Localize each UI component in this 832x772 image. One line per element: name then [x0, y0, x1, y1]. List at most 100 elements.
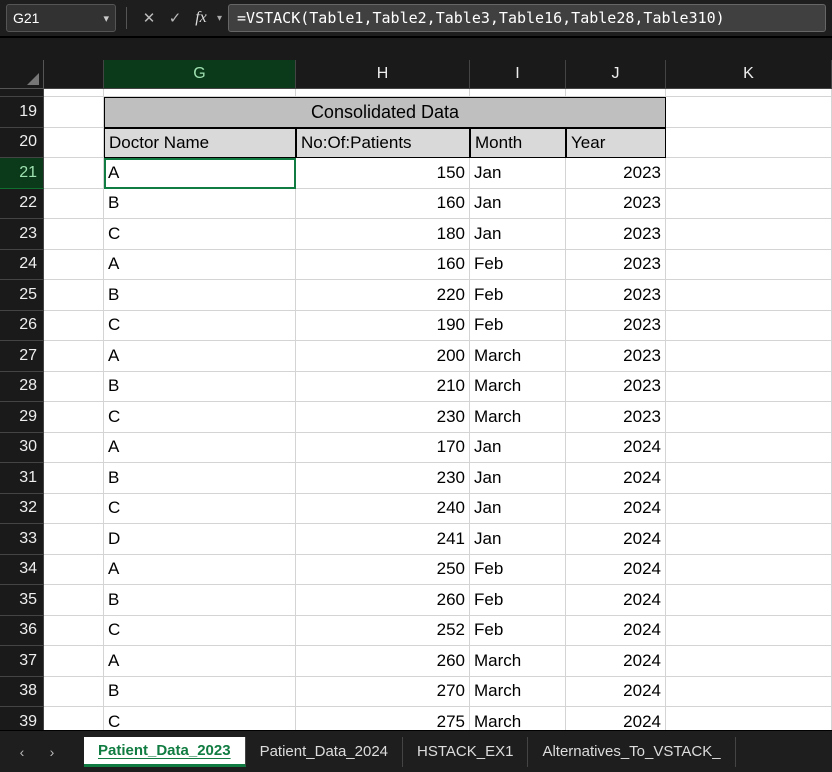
- cell-year[interactable]: 2024: [566, 646, 666, 677]
- cell-doctor-name[interactable]: A: [104, 250, 296, 281]
- cell-doctor-name[interactable]: C: [104, 707, 296, 730]
- cell[interactable]: [44, 524, 104, 555]
- cell[interactable]: [44, 219, 104, 250]
- cell-patients[interactable]: 252: [296, 616, 470, 647]
- cell-patients[interactable]: 260: [296, 646, 470, 677]
- cell[interactable]: [666, 494, 832, 525]
- cell[interactable]: [666, 433, 832, 464]
- cell-patients[interactable]: 250: [296, 555, 470, 586]
- row-header-28[interactable]: 28: [0, 372, 44, 403]
- cell-month[interactable]: Jan: [470, 189, 566, 220]
- cell[interactable]: [44, 494, 104, 525]
- cell-patients[interactable]: 160: [296, 189, 470, 220]
- row-header-20[interactable]: 20: [0, 128, 44, 159]
- cell[interactable]: [44, 677, 104, 708]
- cell[interactable]: [666, 677, 832, 708]
- cell[interactable]: [666, 646, 832, 677]
- cell[interactable]: [666, 89, 832, 97]
- cell[interactable]: [666, 524, 832, 555]
- cancel-formula-icon[interactable]: ✕: [137, 5, 161, 31]
- cell[interactable]: [666, 219, 832, 250]
- cell[interactable]: [666, 128, 832, 159]
- cell-patients[interactable]: 210: [296, 372, 470, 403]
- cell[interactable]: [666, 189, 832, 220]
- cell[interactable]: [44, 402, 104, 433]
- cell-year[interactable]: 2023: [566, 219, 666, 250]
- cell-doctor-name[interactable]: B: [104, 280, 296, 311]
- cell[interactable]: [666, 555, 832, 586]
- cell[interactable]: [44, 250, 104, 281]
- row-header-27[interactable]: 27: [0, 341, 44, 372]
- row-header-32[interactable]: 32: [0, 494, 44, 525]
- cell-doctor-name[interactable]: B: [104, 463, 296, 494]
- cell-doctor-name[interactable]: A: [104, 555, 296, 586]
- cell-year[interactable]: 2023: [566, 250, 666, 281]
- cell-patients[interactable]: 275: [296, 707, 470, 730]
- header-no-of-patients[interactable]: No:Of:Patients: [296, 128, 470, 159]
- cell-doctor-name[interactable]: B: [104, 677, 296, 708]
- header-doctor-name[interactable]: Doctor Name: [104, 128, 296, 159]
- cell-year[interactable]: 2024: [566, 433, 666, 464]
- accept-formula-icon[interactable]: ✓: [163, 5, 187, 31]
- sheet-tab[interactable]: Patient_Data_2023: [84, 737, 246, 767]
- cell-month[interactable]: March: [470, 341, 566, 372]
- cell-month[interactable]: Feb: [470, 555, 566, 586]
- cell[interactable]: [44, 433, 104, 464]
- cell-doctor-name[interactable]: C: [104, 616, 296, 647]
- cell[interactable]: [666, 585, 832, 616]
- cell[interactable]: [44, 128, 104, 159]
- cell[interactable]: [44, 616, 104, 647]
- row-header-33[interactable]: 33: [0, 524, 44, 555]
- cell-year[interactable]: 2024: [566, 616, 666, 647]
- cell[interactable]: [666, 158, 832, 189]
- cell-year[interactable]: 2023: [566, 372, 666, 403]
- row-header-29[interactable]: 29: [0, 402, 44, 433]
- chevron-down-icon[interactable]: ▾: [103, 12, 109, 25]
- row-header-24[interactable]: 24: [0, 250, 44, 281]
- prev-sheet-icon[interactable]: ‹: [8, 738, 36, 766]
- cell[interactable]: [666, 372, 832, 403]
- cell-month[interactable]: March: [470, 646, 566, 677]
- cell[interactable]: [44, 585, 104, 616]
- cell-year[interactable]: 2023: [566, 189, 666, 220]
- row-header-35[interactable]: 35: [0, 585, 44, 616]
- cell-month[interactable]: Feb: [470, 280, 566, 311]
- cell[interactable]: [44, 646, 104, 677]
- cell-patients[interactable]: 180: [296, 219, 470, 250]
- cell-year[interactable]: 2024: [566, 585, 666, 616]
- cell-doctor-name[interactable]: C: [104, 494, 296, 525]
- header-month[interactable]: Month: [470, 128, 566, 159]
- cell-patients[interactable]: 220: [296, 280, 470, 311]
- cell-month[interactable]: Jan: [470, 158, 566, 189]
- cell[interactable]: [44, 341, 104, 372]
- cell[interactable]: [44, 463, 104, 494]
- title-cell[interactable]: Consolidated Data: [104, 97, 666, 128]
- cell[interactable]: [44, 555, 104, 586]
- cell-month[interactable]: Jan: [470, 463, 566, 494]
- cell[interactable]: [666, 707, 832, 730]
- cell[interactable]: [44, 189, 104, 220]
- cell[interactable]: [296, 89, 470, 97]
- cell-year[interactable]: 2023: [566, 341, 666, 372]
- row-header-30[interactable]: 30: [0, 433, 44, 464]
- cell-patients[interactable]: 170: [296, 433, 470, 464]
- cell-doctor-name[interactable]: C: [104, 311, 296, 342]
- cell[interactable]: [666, 280, 832, 311]
- cell-month[interactable]: March: [470, 402, 566, 433]
- sheet-tab[interactable]: HSTACK_EX1: [403, 737, 528, 767]
- cell-doctor-name[interactable]: A: [104, 341, 296, 372]
- cell-year[interactable]: 2023: [566, 158, 666, 189]
- cell[interactable]: [666, 311, 832, 342]
- cell-doctor-name[interactable]: B: [104, 189, 296, 220]
- cell-doctor-name[interactable]: C: [104, 402, 296, 433]
- cell[interactable]: [44, 89, 104, 97]
- formula-input[interactable]: =VSTACK(Table1,Table2,Table3,Table16,Tab…: [228, 4, 826, 32]
- select-all-corner[interactable]: [0, 60, 44, 89]
- cell-doctor-name[interactable]: B: [104, 585, 296, 616]
- row-header-37[interactable]: 37: [0, 646, 44, 677]
- cell-month[interactable]: Feb: [470, 250, 566, 281]
- cell-patients[interactable]: 230: [296, 402, 470, 433]
- cell-doctor-name[interactable]: B: [104, 372, 296, 403]
- row-header-22[interactable]: 22: [0, 189, 44, 220]
- row-header-36[interactable]: 36: [0, 616, 44, 647]
